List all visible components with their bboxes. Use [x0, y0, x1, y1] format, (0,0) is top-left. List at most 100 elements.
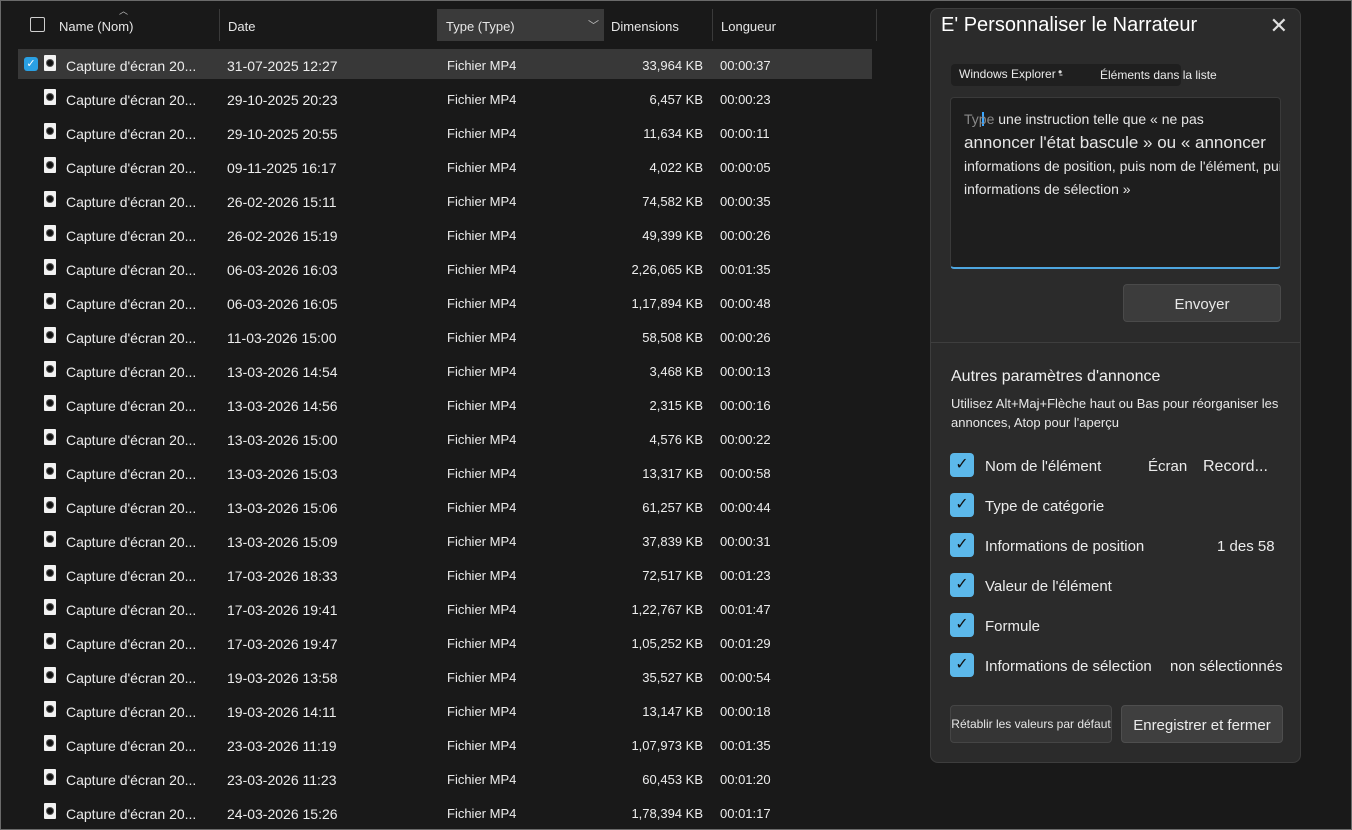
- option-preview-value-2: Record...: [1203, 458, 1268, 475]
- row-checkbox-checked[interactable]: ✓: [24, 57, 38, 71]
- file-length: 00:00:18: [720, 704, 771, 719]
- checkbox-checked[interactable]: ✓: [950, 533, 974, 557]
- file-type: Fichier MP4: [447, 568, 517, 583]
- file-length: 00:01:35: [720, 262, 771, 277]
- file-length: 00:00:58: [720, 466, 771, 481]
- announcement-option[interactable]: ✓ Informations de sélection non sélectionn…: [950, 653, 1290, 679]
- file-size: 4,576 KB: [649, 432, 704, 447]
- file-length: 00:00:11: [720, 126, 770, 141]
- option-preview-value: Écran: [1148, 458, 1188, 475]
- file-length: 00:01:29: [720, 636, 771, 651]
- announcement-option[interactable]: ✓ Formule: [950, 613, 1290, 639]
- option-preview-value: 1 des 58: [1217, 538, 1275, 555]
- instruction-textarea[interactable]: Type une instruction telle que « ne pas …: [950, 97, 1281, 269]
- checkbox-checked[interactable]: ✓: [950, 493, 974, 517]
- select-all-checkbox[interactable]: [30, 17, 45, 32]
- option-preview-value: non sélectionnés: [1170, 658, 1283, 675]
- announcement-option[interactable]: ✓ Type de catégorie: [950, 493, 1290, 519]
- file-date: 11-03-2026 15:00: [227, 330, 337, 346]
- checkbox-checked[interactable]: ✓: [950, 453, 974, 477]
- file-row[interactable]: Capture d'écran 20... 29-10-2025 20:55 Fic…: [18, 117, 872, 147]
- other-settings-title: Autres paramètres d'annonce: [951, 368, 1161, 385]
- file-length: 00:00:26: [720, 228, 771, 243]
- file-row[interactable]: Capture d'écran 20... 13-03-2026 14:54 Fic…: [18, 355, 872, 385]
- file-row[interactable]: Capture d'écran 20... 24-03-2026 15:26 Fic…: [18, 797, 872, 827]
- arrow-right-icon: •: [1058, 65, 1063, 79]
- option-label: Formule: [985, 618, 1041, 635]
- chevron-down-icon[interactable]: ﹀: [588, 10, 599, 42]
- file-row[interactable]: Capture d'écran 20... 06-03-2026 16:05 Fic…: [18, 287, 872, 317]
- file-type: Fichier MP4: [447, 670, 517, 685]
- video-file-icon: [44, 599, 56, 615]
- file-size: 35,527 KB: [642, 670, 703, 685]
- file-length: 00:00:05: [720, 160, 771, 175]
- video-file-icon: [44, 633, 56, 649]
- announcement-option[interactable]: ✓ Nom de l'élément Écran Record...: [950, 453, 1290, 479]
- send-button[interactable]: Envoyer: [1123, 284, 1281, 322]
- file-size: 58,508 KB: [642, 330, 703, 345]
- column-header-date[interactable]: Date: [228, 9, 255, 41]
- file-type: Fichier MP4: [447, 602, 517, 617]
- file-type: Fichier MP4: [447, 296, 517, 311]
- video-file-icon: [44, 769, 56, 785]
- file-row[interactable]: ✓ Capture d'écran 20... 31-07-2025 12:27 Fi…: [18, 49, 872, 79]
- file-row[interactable]: Capture d'écran 20... 13-03-2026 14:56 Fic…: [18, 389, 872, 419]
- column-divider[interactable]: [219, 9, 220, 41]
- file-row[interactable]: Capture d'écran 20... 09-11-2025 16:17 Fic…: [18, 151, 872, 181]
- checkbox-checked[interactable]: ✓: [950, 573, 974, 597]
- reset-defaults-button[interactable]: Rétablir les valeurs par défaut: [950, 705, 1112, 743]
- column-header-type[interactable]: Type (Type) ﹀: [438, 9, 603, 41]
- file-row[interactable]: Capture d'écran 20... 29-10-2025 20:23 Fic…: [18, 83, 872, 113]
- file-date: 17-03-2026 18:33: [227, 568, 338, 584]
- video-file-icon: [44, 395, 56, 411]
- column-header-date-label: Date: [228, 19, 256, 34]
- checkbox-checked[interactable]: ✓: [950, 613, 974, 637]
- file-date: 13-03-2026 14:54: [227, 364, 338, 380]
- file-row[interactable]: Capture d'écran 20... 17-03-2026 19:41 Fic…: [18, 593, 872, 623]
- file-row[interactable]: Capture d'écran 20... 13-03-2026 15:06 Fic…: [18, 491, 872, 521]
- column-divider[interactable]: [712, 9, 713, 41]
- file-row[interactable]: Capture d'écran 20... 13-03-2026 15:03 Fic…: [18, 457, 872, 487]
- file-date: 29-10-2025 20:23: [227, 92, 338, 108]
- file-row[interactable]: Capture d'écran 20... 26-02-2026 15:11 Fic…: [18, 185, 872, 215]
- file-date: 06-03-2026 16:05: [227, 296, 338, 312]
- checkbox-checked[interactable]: ✓: [950, 653, 974, 677]
- column-header-name[interactable]: Name (Nom): [59, 9, 133, 41]
- placeholder-line-4: informations de sélection »: [964, 181, 1131, 197]
- column-header-length[interactable]: Longueur: [721, 9, 776, 41]
- file-row[interactable]: Capture d'écran 20... 23-03-2026 11:23 Fic…: [18, 763, 872, 793]
- file-size: 2,315 KB: [649, 398, 704, 413]
- file-row[interactable]: Capture d'écran 20... 13-03-2026 15:00 Fic…: [18, 423, 872, 453]
- announcement-option[interactable]: ✓ Valeur de l'élément: [950, 573, 1290, 599]
- video-file-icon: [44, 327, 56, 343]
- file-row[interactable]: Capture d'écran 20... 19-03-2026 13:58 Fic…: [18, 661, 872, 691]
- file-row[interactable]: Capture d'écran 20... 19-03-2026 14:11 Fic…: [18, 695, 872, 725]
- column-divider[interactable]: [876, 9, 877, 41]
- file-size: 74,582 KB: [642, 194, 703, 209]
- file-row[interactable]: Capture d'écran 20... 06-03-2026 16:03 Fic…: [18, 253, 872, 283]
- file-type: Fichier MP4: [447, 806, 517, 821]
- file-size: 1,22,767 KB: [631, 602, 703, 617]
- option-label: Informations de sélection: [985, 658, 1152, 675]
- video-file-icon: [44, 259, 56, 275]
- file-length: 00:00:37: [720, 58, 771, 73]
- file-size: 1,07,973 KB: [631, 738, 703, 753]
- file-date: 19-03-2026 13:58: [227, 670, 338, 686]
- file-row[interactable]: Capture d'écran 20... 11-03-2026 15:00 Fic…: [18, 321, 872, 351]
- column-header-size[interactable]: Dimensions: [611, 9, 679, 41]
- file-row[interactable]: Capture d'écran 20... 17-03-2026 19:47 Fic…: [18, 627, 872, 657]
- file-row[interactable]: Capture d'écran 20... 13-03-2026 15:09 Fic…: [18, 525, 872, 555]
- file-name: Capture d'écran 20...: [66, 806, 197, 822]
- file-row[interactable]: Capture d'écran 20... 17-03-2026 18:33 Fic…: [18, 559, 872, 589]
- video-file-icon: [44, 531, 56, 547]
- column-divider[interactable]: [603, 9, 604, 41]
- file-type: Fichier MP4: [447, 466, 517, 481]
- file-length: 00:00:54: [720, 670, 771, 685]
- announcement-option[interactable]: ✓ Informations de position 1 des 58: [950, 533, 1290, 559]
- close-icon[interactable]: ✕: [1270, 13, 1288, 39]
- file-row[interactable]: Capture d'écran 20... 26-02-2026 15:19 Fic…: [18, 219, 872, 249]
- file-row[interactable]: Capture d'écran 20... 23-03-2026 11:19 Fic…: [18, 729, 872, 759]
- save-and-close-button[interactable]: Enregistrer et fermer: [1121, 705, 1283, 743]
- file-name: Capture d'écran 20...: [66, 466, 197, 482]
- file-date: 31-07-2025 12:27: [227, 58, 338, 74]
